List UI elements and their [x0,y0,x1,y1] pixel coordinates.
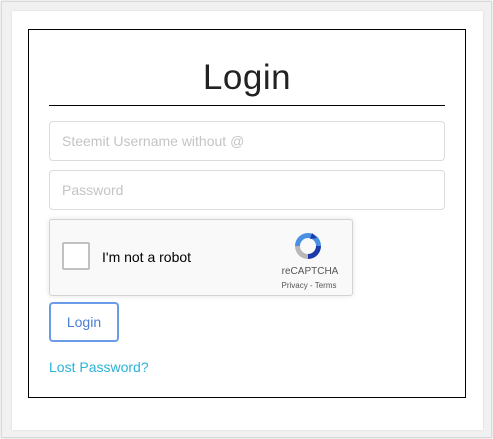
recaptcha-brand: reCAPTCHA [281,266,339,277]
recaptcha-widget: I'm not a robot reCAPTCHA Privacy - Term… [49,219,353,296]
username-input[interactable] [49,121,445,161]
title-divider [49,105,445,106]
password-input[interactable] [49,170,445,210]
lost-password-link[interactable]: Lost Password? [49,359,149,375]
login-card: Login I'm not a robot reCAPTCHA Privacy … [28,29,466,398]
recaptcha-logo-icon [295,233,321,259]
recaptcha-label: I'm not a robot [102,249,192,265]
recaptcha-privacy-terms[interactable]: Privacy - Terms [276,281,342,290]
recaptcha-checkbox[interactable] [62,242,90,270]
page-title: Login [202,58,292,97]
login-button[interactable]: Login [49,302,119,342]
